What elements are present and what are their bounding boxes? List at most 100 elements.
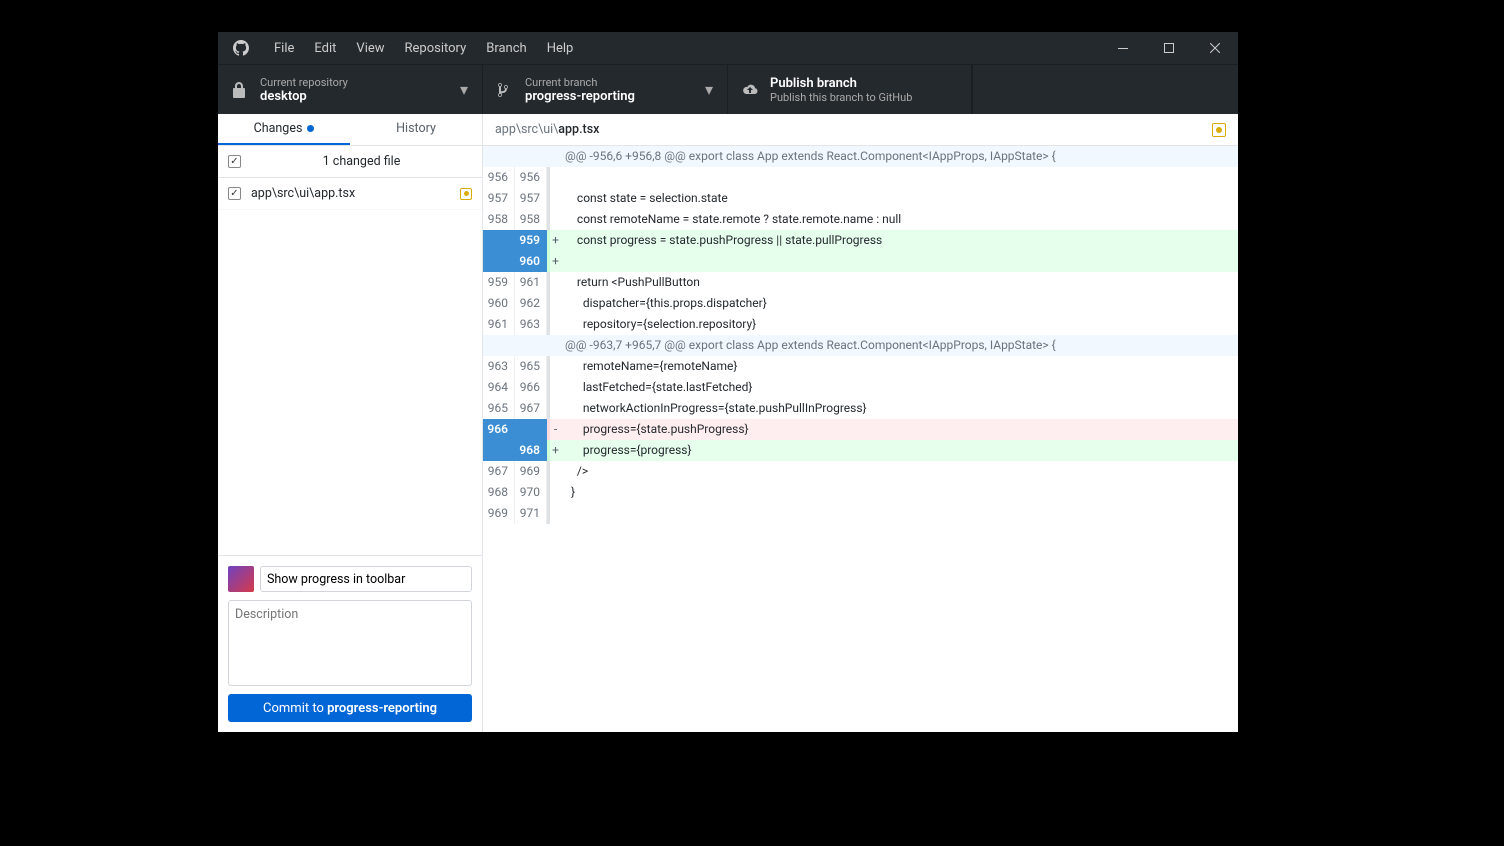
- tab-history[interactable]: History: [350, 114, 482, 145]
- menu-edit[interactable]: Edit: [304, 32, 346, 64]
- app-menu: FileEditViewRepositoryBranchHelp: [264, 32, 583, 64]
- commit-description-input[interactable]: [228, 600, 472, 686]
- maximize-button[interactable]: [1146, 32, 1192, 64]
- diff-code: return <PushPullButton: [561, 272, 1238, 293]
- line-number-old: 957: [483, 188, 515, 209]
- diff-body[interactable]: @@ -956,6 +956,8 @@ export class App ext…: [483, 146, 1238, 732]
- line-number-new: [515, 419, 547, 440]
- line-number-new: 960: [515, 251, 547, 272]
- diff-line[interactable]: 956956: [483, 167, 1238, 188]
- select-all-row[interactable]: 1 changed file: [218, 146, 482, 178]
- line-number-new: 961: [515, 272, 547, 293]
- diff-code: }: [561, 482, 1238, 503]
- line-number-new: 971: [515, 503, 547, 524]
- menu-branch[interactable]: Branch: [476, 32, 536, 64]
- line-number-old: 967: [483, 461, 515, 482]
- diff-code: progress={progress}: [561, 440, 1238, 461]
- diff-code: const state = selection.state: [561, 188, 1238, 209]
- diff-line[interactable]: @@ -956,6 +956,8 @@ export class App ext…: [483, 146, 1238, 167]
- menu-repository[interactable]: Repository: [395, 32, 477, 64]
- publish-branch-button[interactable]: Publish branch Publish this branch to Gi…: [728, 65, 972, 114]
- diff-line[interactable]: 958958 const remoteName = state.remote ?…: [483, 209, 1238, 230]
- line-number-new: 969: [515, 461, 547, 482]
- line-number-old: 956: [483, 167, 515, 188]
- file-path: app\src\ui\app.tsx: [251, 186, 460, 201]
- diff-marker: [547, 314, 561, 335]
- repo-selector[interactable]: Current repository desktop ▾: [218, 65, 483, 114]
- diff-line[interactable]: 963965 remoteName={remoteName}: [483, 356, 1238, 377]
- commit-button-prefix: Commit to: [263, 701, 327, 716]
- modified-badge-icon: [1212, 123, 1226, 137]
- chevron-down-icon: ▾: [705, 80, 713, 99]
- commit-button-branch: progress-reporting: [327, 701, 437, 716]
- diff-marker: [547, 293, 561, 314]
- select-all-checkbox[interactable]: [228, 155, 241, 168]
- line-number-new: 957: [515, 188, 547, 209]
- diff-line[interactable]: 967969 />: [483, 461, 1238, 482]
- line-number-new: 962: [515, 293, 547, 314]
- line-number-new: 970: [515, 482, 547, 503]
- diff-code: />: [561, 461, 1238, 482]
- line-number-new: [515, 146, 547, 167]
- diff-line[interactable]: 960962 dispatcher={this.props.dispatcher…: [483, 293, 1238, 314]
- cloud-upload-icon: [742, 82, 758, 98]
- lock-icon: [232, 82, 248, 98]
- close-button[interactable]: [1192, 32, 1238, 64]
- diff-code: [561, 167, 1238, 188]
- diff-marker: [547, 356, 561, 377]
- diff-line[interactable]: 964966 lastFetched={state.lastFetched}: [483, 377, 1238, 398]
- tab-history-label: History: [396, 121, 436, 136]
- diff-line[interactable]: 960+: [483, 251, 1238, 272]
- diff-line[interactable]: 968970 }: [483, 482, 1238, 503]
- diff-line[interactable]: 961963 repository={selection.repository}: [483, 314, 1238, 335]
- diff-code: progress={state.pushProgress}: [561, 419, 1238, 440]
- line-number-old: 964: [483, 377, 515, 398]
- minimize-button[interactable]: [1100, 32, 1146, 64]
- publish-subtitle: Publish this branch to GitHub: [770, 91, 912, 104]
- diff-code: [561, 503, 1238, 524]
- diff-code: networkActionInProgress={state.pushPullI…: [561, 398, 1238, 419]
- branch-selector-label: Current branch: [525, 76, 635, 89]
- diff-marker: [547, 188, 561, 209]
- repo-selector-value: desktop: [260, 89, 348, 104]
- diff-code: @@ -956,6 +956,8 @@ export class App ext…: [561, 146, 1238, 167]
- diff-code: lastFetched={state.lastFetched}: [561, 377, 1238, 398]
- commit-summary-input[interactable]: [260, 566, 472, 592]
- diff-line[interactable]: 966- progress={state.pushProgress}: [483, 419, 1238, 440]
- diff-marker: +: [547, 230, 561, 251]
- repo-selector-label: Current repository: [260, 76, 348, 89]
- diff-line[interactable]: 968+ progress={progress}: [483, 440, 1238, 461]
- tab-changes-label: Changes: [254, 121, 303, 136]
- modified-badge-icon: [460, 188, 472, 200]
- diff-line[interactable]: @@ -963,7 +965,7 @@ export class App ext…: [483, 335, 1238, 356]
- diff-file-header: app\src\ui\app.tsx: [483, 114, 1238, 146]
- diff-line[interactable]: 969971: [483, 503, 1238, 524]
- chevron-down-icon: ▾: [460, 80, 468, 99]
- diff-line[interactable]: 959+ const progress = state.pushProgress…: [483, 230, 1238, 251]
- toolbar: Current repository desktop ▾ Current bra…: [218, 64, 1238, 114]
- diff-marker: +: [547, 440, 561, 461]
- commit-button[interactable]: Commit to progress-reporting: [228, 694, 472, 722]
- line-number-old: 965: [483, 398, 515, 419]
- line-number-old: [483, 146, 515, 167]
- line-number-new: [515, 335, 547, 356]
- diff-line[interactable]: 965967 networkActionInProgress={state.pu…: [483, 398, 1238, 419]
- menu-view[interactable]: View: [346, 32, 394, 64]
- sidebar: Changes History 1 changed file app\src\u…: [218, 114, 483, 732]
- file-checkbox[interactable]: [228, 187, 241, 200]
- menu-file[interactable]: File: [264, 32, 304, 64]
- branch-selector[interactable]: Current branch progress-reporting ▾: [483, 65, 728, 114]
- diff-code: [561, 251, 1238, 272]
- menu-help[interactable]: Help: [537, 32, 584, 64]
- diff-marker: +: [547, 251, 561, 272]
- diff-line[interactable]: 957957 const state = selection.state: [483, 188, 1238, 209]
- line-number-old: 963: [483, 356, 515, 377]
- titlebar: FileEditViewRepositoryBranchHelp: [218, 32, 1238, 64]
- line-number-new: 966: [515, 377, 547, 398]
- file-row[interactable]: app\src\ui\app.tsx: [218, 178, 482, 210]
- diff-line[interactable]: 959961 return <PushPullButton: [483, 272, 1238, 293]
- tab-changes[interactable]: Changes: [218, 114, 350, 145]
- branch-selector-value: progress-reporting: [525, 89, 635, 104]
- diff-marker: [547, 377, 561, 398]
- line-number-new: 965: [515, 356, 547, 377]
